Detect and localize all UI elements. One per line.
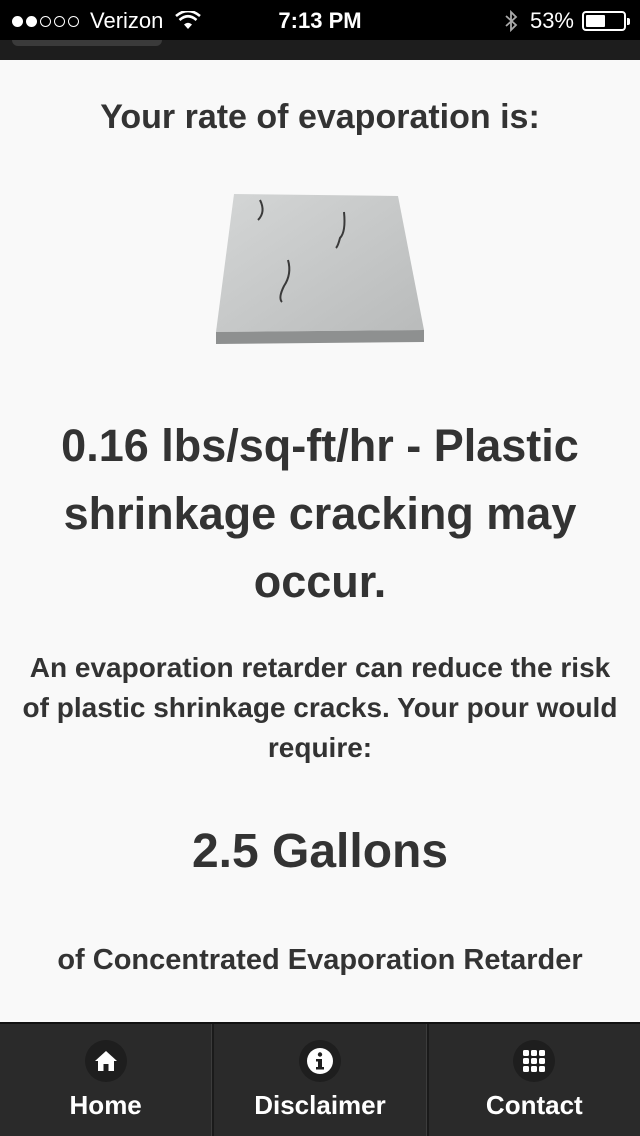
header-bar	[0, 40, 640, 60]
tab-home-label: Home	[69, 1090, 142, 1120]
status-right: 53%	[504, 8, 630, 34]
evaporation-rate-result: 0.16 lbs/sq-ft/hr - Plastic shrinkage cr…	[61, 420, 579, 607]
status-bar: Verizon 7:13 PM 53%	[0, 0, 640, 40]
product-label: of Concentrated Evaporation Retarder	[57, 944, 583, 976]
main-content: Your rate of evaporation is: 0.16 lbs/sq…	[0, 60, 640, 1022]
home-icon	[84, 1040, 127, 1082]
battery-percent: 53%	[529, 8, 574, 33]
back-button[interactable]	[12, 40, 162, 46]
grid-icon	[513, 1040, 556, 1082]
page-title: Your rate of evaporation is:	[100, 98, 540, 136]
battery-level	[586, 15, 606, 27]
concrete-slab-image	[216, 194, 424, 344]
tab-disclaimer[interactable]: Disclaimer	[212, 1024, 427, 1136]
info-icon	[298, 1040, 341, 1082]
tab-contact-label: Contact	[485, 1090, 583, 1120]
required-amount: 2.5 Gallons	[191, 825, 449, 878]
bluetooth-icon	[505, 10, 518, 32]
tab-bar: Home Disclaimer Contact	[0, 1022, 640, 1136]
tab-home[interactable]: Home	[0, 1024, 213, 1136]
retarder-description: An evaporation retarder can reduce the r…	[22, 652, 618, 763]
battery-icon	[582, 11, 630, 31]
tab-contact[interactable]: Contact	[426, 1024, 640, 1136]
tab-disclaimer-label: Disclaimer	[254, 1090, 386, 1120]
